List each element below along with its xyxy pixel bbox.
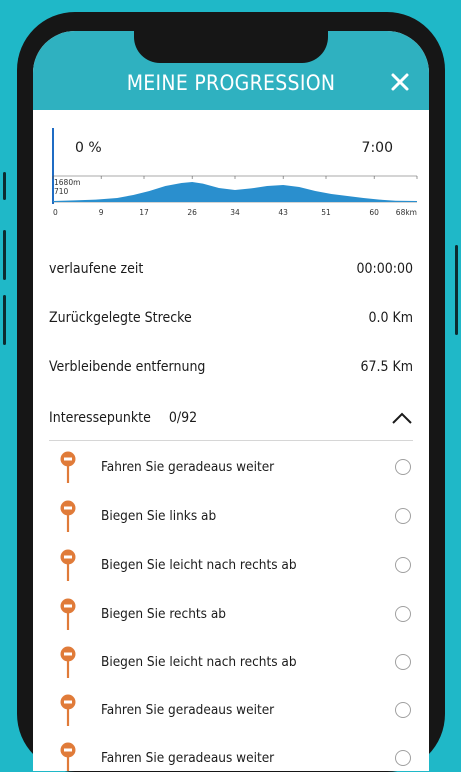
page-title: MEINE PROGRESSION — [126, 71, 336, 95]
volume-button — [3, 230, 6, 280]
x-tick-label: 34 — [230, 208, 240, 217]
poi-label: Fahren Sie geradeaus weiter — [101, 750, 275, 766]
poi-item[interactable]: Biegen Sie leicht nach rechts ab — [49, 545, 413, 585]
elevation-bottom-label: 710 — [54, 187, 69, 196]
volume-button — [3, 295, 6, 345]
map-pin-icon — [60, 694, 76, 726]
chevron-up-icon[interactable] — [391, 411, 413, 425]
elevation-top-label: 1680m — [54, 178, 80, 187]
distance-value: 0.0 Km — [368, 310, 413, 326]
map-pin-icon — [60, 598, 76, 630]
map-pin-icon — [60, 500, 76, 532]
elapsed-time-label: verlaufene zeit — [49, 261, 144, 277]
phone-frame: MEINE PROGRESSION 0 % 7:00 1680m 710 0 9 1… — [17, 12, 445, 772]
remaining-row: Verbleibende entfernung 67.5 Km — [49, 352, 413, 382]
poi-count: 0/92 — [168, 410, 198, 426]
poi-label: Biegen Sie leicht nach rechts ab — [101, 654, 297, 670]
x-tick-label: 43 — [278, 208, 288, 217]
poi-item[interactable]: Biegen Sie leicht nach rechts ab — [49, 642, 413, 682]
distance-row: Zurückgelegte Strecke 0.0 Km — [49, 303, 413, 333]
poi-header[interactable]: Interessepunkte 0/92 — [49, 396, 413, 441]
poi-label: Fahren Sie geradeaus weiter — [101, 702, 275, 718]
x-tick-label: 68km — [396, 208, 417, 217]
elevation-chart: 0 % 7:00 1680m 710 0 9 17 26 34 43 51 60 68km — [51, 126, 423, 218]
poi-item[interactable]: Fahren Sie geradeaus weiter — [49, 447, 413, 487]
poi-item[interactable]: Biegen Sie rechts ab — [49, 594, 413, 634]
map-pin-icon — [60, 646, 76, 678]
poi-item[interactable]: Fahren Sie geradeaus weiter — [49, 738, 413, 771]
map-pin-icon — [60, 451, 76, 483]
poi-label: Biegen Sie rechts ab — [101, 606, 226, 622]
x-tick-label: 9 — [99, 208, 104, 217]
poi-label: Fahren Sie geradeaus weiter — [101, 459, 275, 475]
x-tick-label: 0 — [53, 208, 58, 217]
app-screen: MEINE PROGRESSION 0 % 7:00 1680m 710 0 9 1… — [33, 31, 429, 771]
remaining-label: Verbleibende entfernung — [49, 359, 206, 375]
poi-item[interactable]: Biegen Sie links ab — [49, 496, 413, 536]
poi-radio[interactable] — [395, 459, 411, 475]
phone-notch — [134, 31, 328, 63]
volume-button — [3, 172, 6, 200]
elevation-area — [53, 182, 417, 202]
poi-radio[interactable] — [395, 508, 411, 524]
x-tick-label: 17 — [139, 208, 149, 217]
map-pin-icon — [60, 549, 76, 581]
poi-radio[interactable] — [395, 702, 411, 718]
poi-radio[interactable] — [395, 750, 411, 766]
distance-label: Zurückgelegte Strecke — [49, 310, 192, 326]
elapsed-time-row: verlaufene zeit 00:00:00 — [49, 254, 413, 284]
power-button — [455, 245, 458, 335]
map-pin-icon — [60, 742, 76, 771]
progress-time: 7:00 — [362, 140, 393, 156]
progress-content: 0 % 7:00 1680m 710 0 9 17 26 34 43 51 60 68km ve… — [33, 110, 429, 771]
poi-label: Biegen Sie leicht nach rechts ab — [101, 557, 297, 573]
poi-header-label: Interessepunkte — [49, 410, 151, 426]
poi-radio[interactable] — [395, 557, 411, 573]
x-tick-label: 26 — [187, 208, 197, 217]
poi-item[interactable]: Fahren Sie geradeaus weiter — [49, 690, 413, 730]
remaining-value: 67.5 Km — [360, 359, 413, 375]
x-tick-label: 51 — [321, 208, 331, 217]
x-tick-label: 60 — [369, 208, 379, 217]
poi-radio[interactable] — [395, 654, 411, 670]
poi-label: Biegen Sie links ab — [101, 508, 217, 524]
close-icon[interactable] — [387, 69, 413, 95]
elapsed-time-value: 00:00:00 — [356, 261, 413, 277]
progress-percent: 0 % — [75, 140, 102, 156]
poi-radio[interactable] — [395, 606, 411, 622]
